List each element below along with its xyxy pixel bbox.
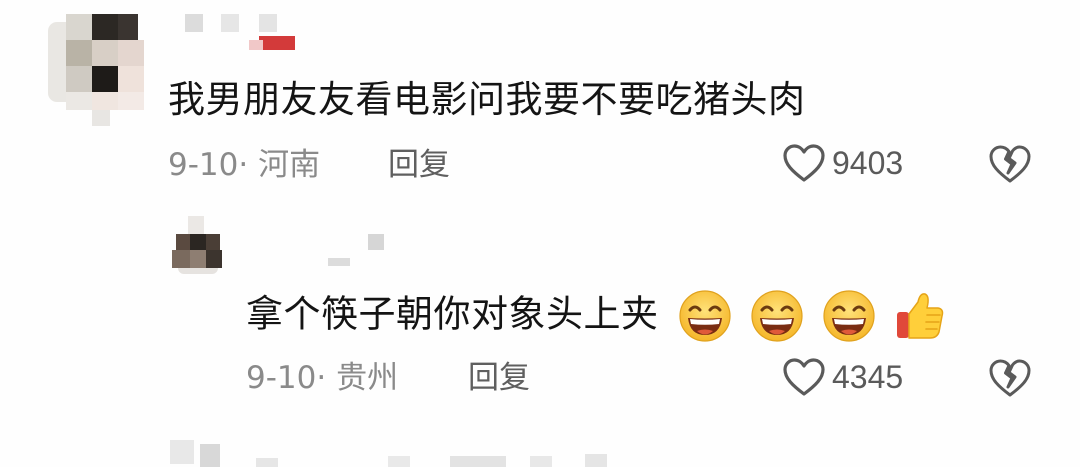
broken-heart-icon: [989, 359, 1031, 397]
comment-meta: 9-10· 河南: [168, 147, 320, 183]
like-button[interactable]: 9403: [782, 143, 903, 183]
reply-item: 拿个筷子朝你对象头上夹 9-10· 贵州 回复 4345: [0, 200, 1080, 430]
next-comment-preview: [160, 436, 620, 467]
comment-text-body: 拿个筷子朝你对象头上夹: [246, 292, 659, 336]
comment-location: 贵州: [336, 360, 399, 396]
username[interactable]: [328, 234, 388, 268]
heart-icon: [783, 358, 825, 396]
comment-meta: 9-10· 贵州: [246, 360, 398, 396]
grin-emoji: [823, 290, 875, 342]
comment-text: 拿个筷子朝你对象头上夹: [246, 288, 946, 344]
dislike-button[interactable]: [988, 357, 1032, 403]
comment-date: 9-10: [168, 147, 239, 183]
meta-separator: ·: [316, 360, 327, 396]
meta-separator: ·: [238, 147, 249, 183]
avatar[interactable]: [168, 216, 224, 274]
comment-date: 9-10: [246, 360, 317, 396]
grin-emoji: [751, 290, 803, 342]
thumbs-up-emoji: [896, 293, 943, 339]
comment-text: 我男朋友友看电影问我要不要吃猪头肉: [168, 78, 806, 121]
broken-heart-icon: [989, 145, 1031, 183]
reply-button[interactable]: 回复: [388, 147, 450, 183]
dislike-button[interactable]: [988, 143, 1032, 189]
comment-location: 河南: [258, 147, 321, 183]
comment-item: 我男朋友友看电影问我要不要吃猪头肉 9-10· 河南 回复 9403: [0, 0, 1080, 200]
avatar[interactable]: [48, 14, 148, 126]
username[interactable]: [185, 14, 305, 54]
reply-button[interactable]: 回复: [468, 360, 530, 396]
like-count: 4345: [832, 359, 904, 395]
like-count: 9403: [832, 145, 904, 181]
heart-icon: [783, 144, 825, 182]
like-button[interactable]: 4345: [782, 357, 903, 397]
grin-emoji: [679, 290, 731, 342]
